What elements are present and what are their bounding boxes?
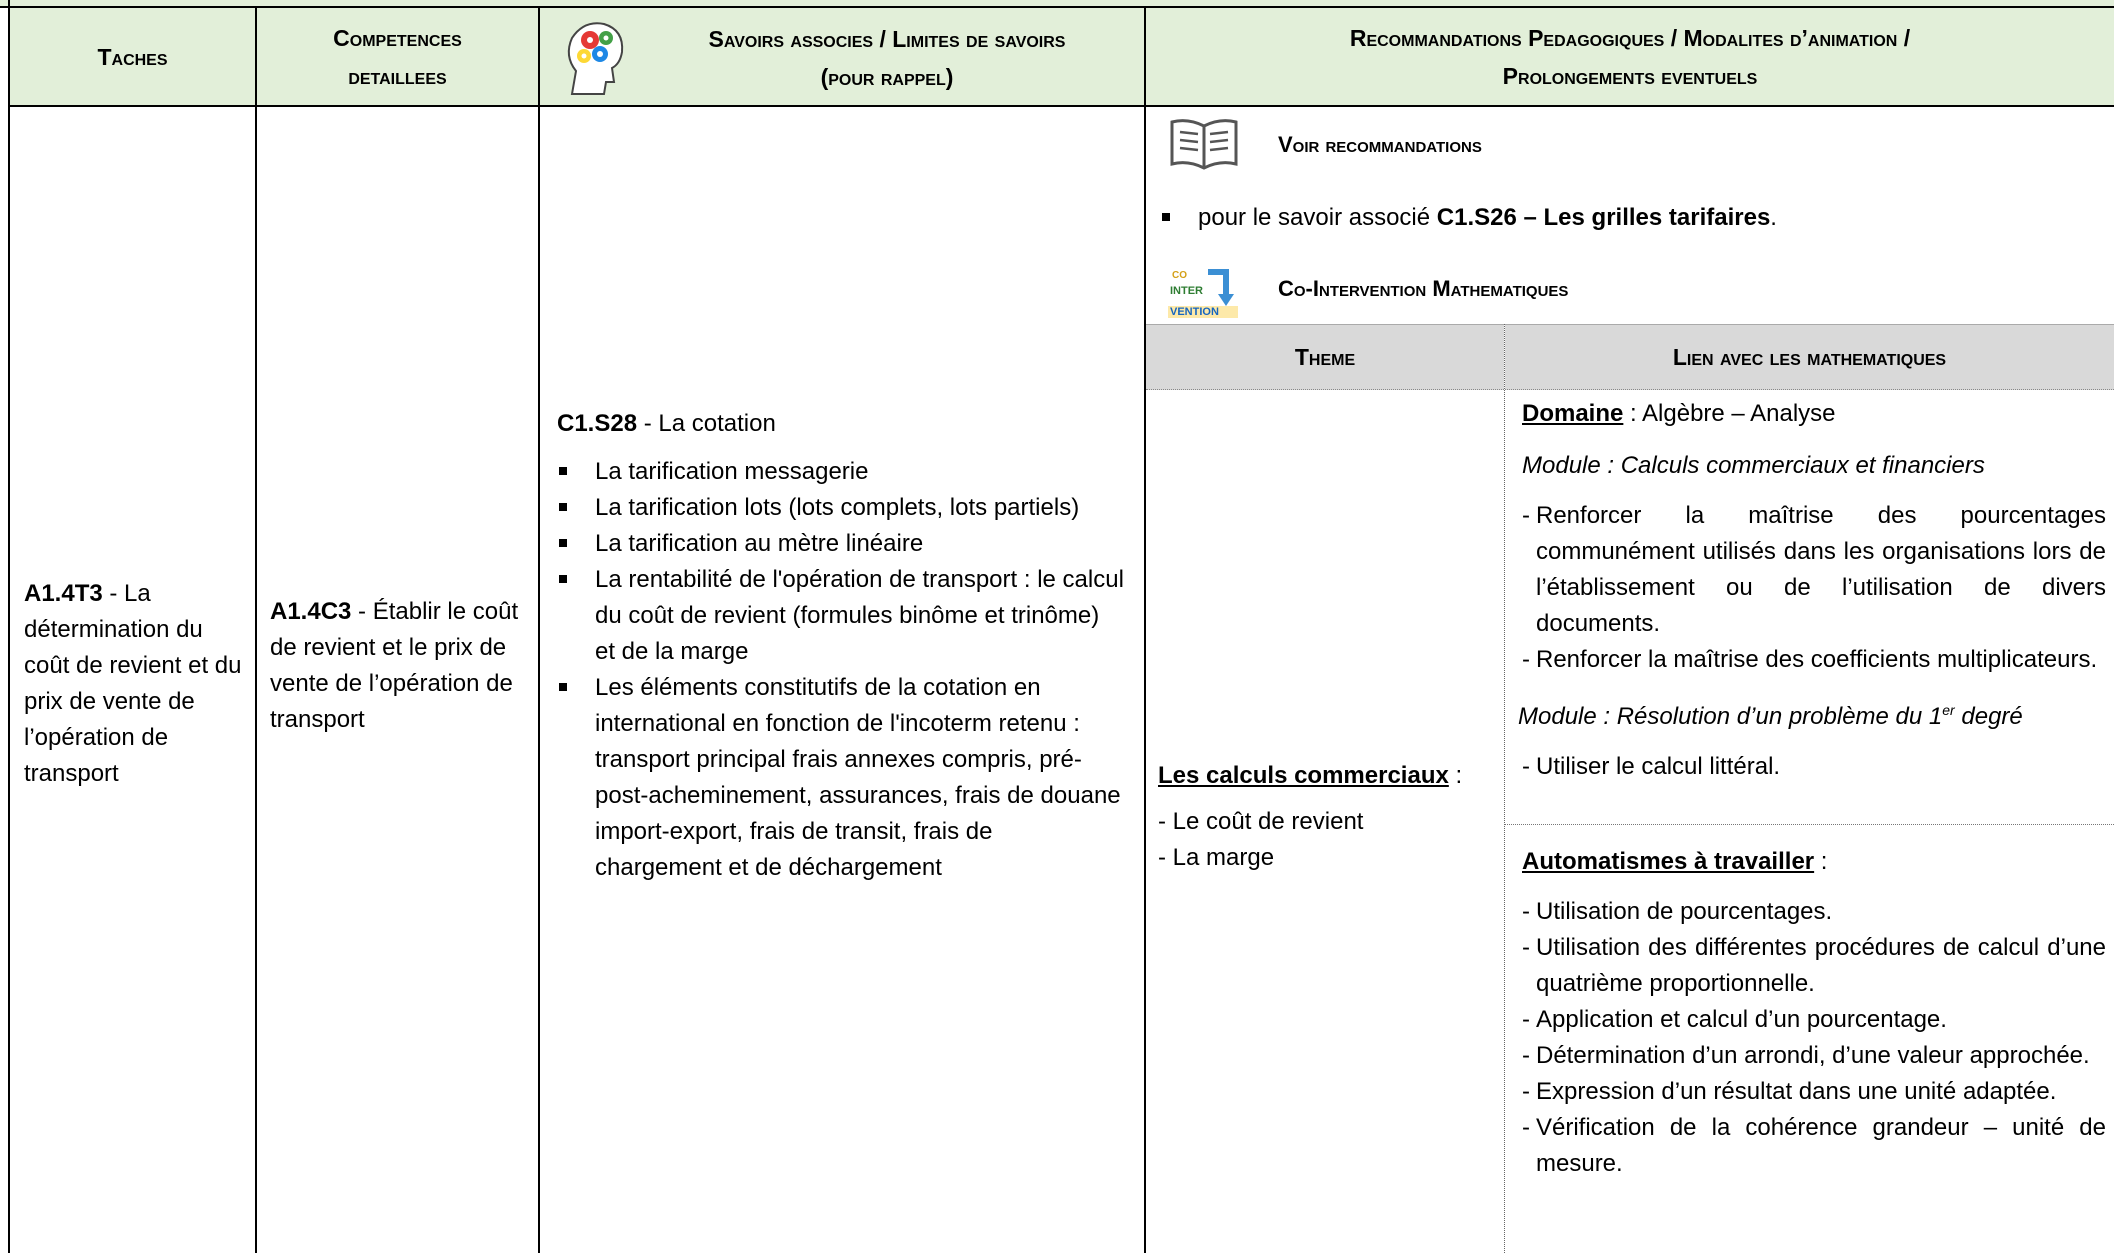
voir-item-bold: C1.S26 – Les grilles tarifaires bbox=[1436, 204, 1771, 231]
module2-item: Utiliser le calcul littéral. bbox=[1522, 749, 2106, 785]
automatismes-cell: Automatismes à travailler : Utilisation … bbox=[1522, 844, 2106, 1182]
theme-title: Les calculs commerciaux bbox=[1158, 762, 1449, 789]
auto-item: Vérification de la cohérence grandeur – … bbox=[1522, 1110, 2106, 1182]
theme-cell: Les calculs commerciaux : - Le coût de r… bbox=[1158, 758, 1494, 876]
subtable-lien-label: Lien avec les mathematiques bbox=[1672, 343, 1947, 370]
competences-cell: A1.4C3 - Établir le coût de revient et l… bbox=[270, 594, 525, 738]
savoirs-item: La tarification au mètre linéaire bbox=[557, 526, 1125, 562]
header-competences-line2: detaillees bbox=[348, 62, 447, 89]
voir-item-prefix: pour le savoir associé bbox=[1198, 204, 1437, 231]
subtable-divider bbox=[1504, 324, 1505, 1253]
co-icon-line3: VENTION bbox=[1170, 306, 1219, 318]
domaine-label: Domaine bbox=[1522, 400, 1624, 427]
savoirs-heading: C1.S28 - La cotation bbox=[557, 406, 1125, 442]
header-savoirs: Savoirs associes / Limites de savoirs (p… bbox=[540, 8, 1146, 107]
module2-sup: er bbox=[1942, 702, 1955, 718]
voir-item-suffix: . bbox=[1770, 204, 1777, 231]
co-icon-line1: CO bbox=[1172, 270, 1187, 281]
taches-code: A1.4T3 bbox=[24, 580, 103, 607]
voir-recommandations-title: Voir recommandations bbox=[1278, 132, 1482, 157]
top-border bbox=[0, 0, 2114, 8]
subtable-header-theme: Theme bbox=[1146, 324, 1504, 390]
co-intervention-icon: CO INTER VENTION bbox=[1168, 264, 1238, 318]
header-reco-line1: Recommandations Pedagogiques / Modalites… bbox=[1349, 24, 1911, 51]
header-taches: Taches bbox=[10, 8, 257, 107]
co-icon-line2: INTER bbox=[1170, 285, 1203, 297]
competences-code: A1.4C3 bbox=[270, 598, 352, 625]
header-competences: Competences detaillees bbox=[257, 8, 540, 107]
column-savoirs: C1.S28 - La cotation La tarification mes… bbox=[540, 106, 1146, 1253]
column-competences: A1.4C3 - Établir le coût de revient et l… bbox=[257, 106, 540, 1253]
header-savoirs-line2: (pour rappel) bbox=[820, 64, 954, 90]
module2-list: Utiliser le calcul littéral. bbox=[1522, 749, 2106, 785]
savoirs-list: La tarification messagerie La tarificati… bbox=[557, 454, 1125, 886]
savoirs-item: La tarification lots (lots complets, lot… bbox=[557, 490, 1125, 526]
column-taches: A1.4T3 - La détermination du coût de rev… bbox=[10, 106, 257, 1253]
header-taches-label: Taches bbox=[97, 43, 168, 70]
lien-cell: Domaine : Algèbre – Analyse Module : Cal… bbox=[1518, 396, 2106, 785]
document-page: Taches Competences detaillees Savoirs as… bbox=[0, 0, 2114, 1253]
savoirs-item: La rentabilité de l'opération de transpo… bbox=[557, 562, 1125, 670]
header-competences-line1: Competences bbox=[333, 24, 462, 51]
auto-item: Expression d’un résultat dans une unité … bbox=[1522, 1074, 2106, 1110]
voir-list: pour le savoir associé C1.S26 – Les gril… bbox=[1160, 200, 1777, 236]
savoirs-item: La tarification messagerie bbox=[557, 454, 1125, 490]
module2-suffix: degré bbox=[1954, 703, 2023, 730]
header-reco-line2: Prolongements eventuels bbox=[1502, 62, 1758, 89]
subtable-header-lien: Lien avec les mathematiques bbox=[1505, 324, 2114, 390]
voir-item: pour le savoir associé C1.S26 – Les gril… bbox=[1160, 200, 1777, 236]
theme-item: - La marge bbox=[1158, 844, 1275, 871]
module1-list: Renforcer la maîtrise des pourcentages c… bbox=[1522, 498, 2106, 678]
savoirs-title: - La cotation bbox=[637, 410, 776, 437]
module1-item: Renforcer la maîtrise des coefficients m… bbox=[1522, 642, 2106, 678]
auto-colon: : bbox=[1814, 848, 1828, 875]
auto-item: Utilisation des différentes procédures d… bbox=[1522, 930, 2106, 1002]
savoirs-cell: C1.S28 - La cotation La tarification mes… bbox=[557, 406, 1125, 886]
auto-item: Application et calcul d’un pourcentage. bbox=[1522, 1002, 2106, 1038]
header-savoirs-line1: Savoirs associes / Limites de savoirs bbox=[708, 26, 1066, 52]
taches-cell: A1.4T3 - La détermination du coût de rev… bbox=[24, 576, 246, 792]
theme-colon: : bbox=[1448, 762, 1463, 789]
subtable-row-divider bbox=[1505, 824, 2114, 825]
taches-text: - La détermination du coût de revient et… bbox=[24, 580, 242, 787]
module1-item: Renforcer la maîtrise des pourcentages c… bbox=[1522, 498, 2106, 642]
co-intervention-title: Co-Intervention Mathematiques bbox=[1278, 276, 1569, 301]
auto-label: Automatismes à travailler bbox=[1522, 848, 1815, 875]
header-recommandations: Recommandations Pedagogiques / Modalites… bbox=[1146, 8, 2114, 107]
auto-list: Utilisation de pourcentages. Utilisation… bbox=[1522, 894, 2106, 1182]
open-book-icon bbox=[1168, 116, 1240, 177]
auto-item: Utilisation de pourcentages. bbox=[1522, 894, 2106, 930]
domaine-value: : Algèbre – Analyse bbox=[1623, 400, 1836, 427]
module2-title: Module : Résolution d’un problème du 1er… bbox=[1518, 692, 2106, 735]
module2-prefix: Module : Résolution d’un problème du 1 bbox=[1518, 703, 1943, 730]
column-recommandations: Voir recommandations pour le savoir asso… bbox=[1146, 106, 2114, 1253]
brain-gears-icon bbox=[560, 16, 630, 107]
module1-title: Module : Calculs commerciaux et financie… bbox=[1522, 452, 1985, 479]
auto-item: Détermination d’un arrondi, d’une valeur… bbox=[1522, 1038, 2106, 1074]
subtable-theme-label: Theme bbox=[1294, 343, 1356, 370]
theme-item: - Le coût de revient bbox=[1158, 808, 1364, 835]
savoirs-code: C1.S28 bbox=[557, 410, 638, 437]
savoirs-item: Les éléments constitutifs de la cotation… bbox=[557, 670, 1125, 886]
